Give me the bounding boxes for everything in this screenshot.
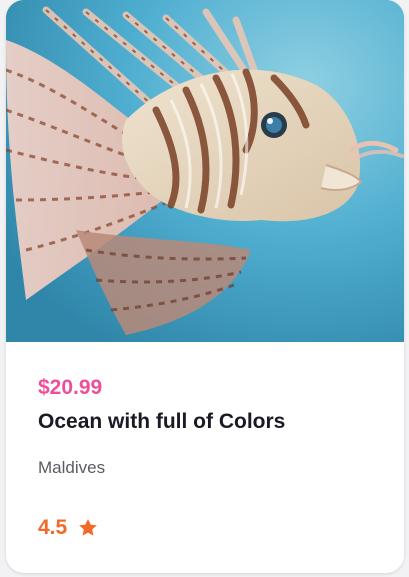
star-icon — [77, 517, 99, 539]
location: Maldives — [38, 458, 106, 477]
lionfish-photo — [6, 0, 404, 342]
rating: 4.5 — [38, 516, 99, 540]
rating-value: 4.5 — [38, 516, 68, 539]
product-card[interactable]: $20.99 Ocean with full of Colors Maldive… — [6, 0, 404, 573]
card-title[interactable]: Ocean with full of Colors — [38, 410, 285, 434]
price: $20.99 — [38, 376, 103, 399]
